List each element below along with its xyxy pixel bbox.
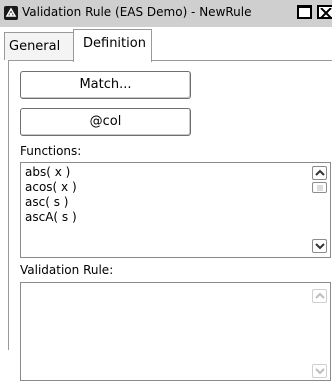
list-item[interactable]: acos( x )	[25, 180, 77, 195]
app-icon[interactable]	[4, 6, 18, 20]
tab-definition[interactable]: Definition	[73, 29, 152, 62]
close-button[interactable]	[317, 5, 332, 19]
list-item[interactable]: ascA( s )	[25, 210, 77, 225]
list-item[interactable]: asc( s )	[25, 195, 77, 210]
validation-rule-window: Validation Rule (EAS Demo) - NewRule Gen…	[0, 0, 332, 381]
functions-list[interactable]: abs( x ) acos( x ) asc( s ) ascA( s )	[20, 162, 331, 258]
functions-scrollbar[interactable]	[310, 163, 330, 257]
title-bar[interactable]: Validation Rule (EAS Demo) - NewRule	[0, 0, 332, 28]
scroll-down-button[interactable]	[312, 239, 327, 253]
scroll-up-button[interactable]	[312, 289, 327, 303]
col-button[interactable]: @col	[20, 108, 191, 136]
validation-rule-scrollbar[interactable]	[310, 283, 330, 380]
validation-rule-label: Validation Rule:	[20, 263, 114, 277]
list-item[interactable]: abs( x )	[25, 165, 77, 180]
maximize-button[interactable]	[297, 5, 312, 19]
tab-general[interactable]: General	[4, 32, 74, 60]
validation-rule-input[interactable]	[20, 282, 331, 381]
scroll-up-button[interactable]	[312, 166, 327, 180]
scroll-thumb[interactable]	[312, 182, 327, 193]
tab-strip: General Definition	[0, 27, 332, 62]
match-button[interactable]: Match...	[20, 71, 191, 99]
functions-label: Functions:	[20, 144, 82, 158]
window-title: Validation Rule (EAS Demo) - NewRule	[22, 5, 252, 19]
scroll-down-button[interactable]	[312, 364, 327, 378]
